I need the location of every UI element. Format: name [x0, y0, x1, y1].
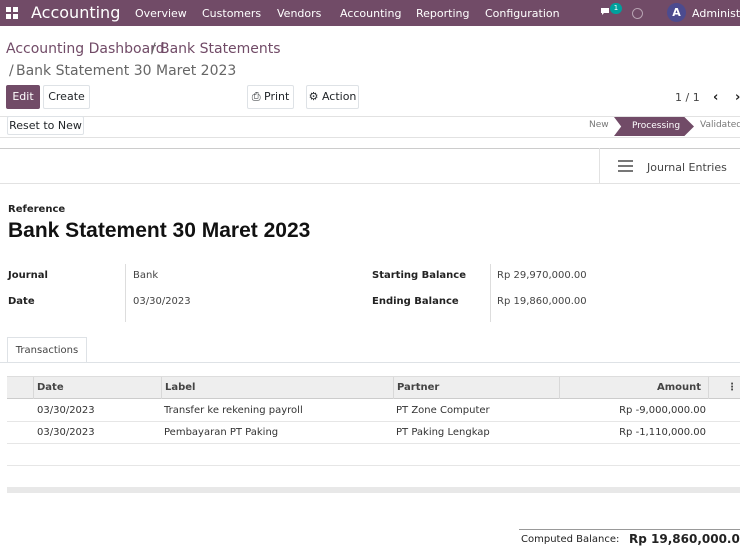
column-divider — [393, 377, 394, 399]
divider — [125, 264, 126, 322]
print-button[interactable]: ⎙ Print — [247, 85, 294, 109]
stage-processing[interactable]: Processing — [614, 117, 694, 136]
chevron-right-icon[interactable]: › — [735, 90, 740, 105]
apps-menu-icon[interactable] — [6, 7, 18, 19]
menu-vendors[interactable]: Vendors — [277, 7, 321, 20]
column-amount[interactable]: Amount — [657, 382, 701, 393]
row-label: Pembayaran PT Paking — [164, 427, 279, 438]
menu-overview[interactable]: Overview — [135, 7, 187, 20]
reference-label: Reference — [8, 204, 66, 215]
breadcrumb-current: Bank Statement 30 Maret 2023 — [16, 63, 237, 79]
date-value[interactable]: 03/30/2023 — [133, 296, 191, 307]
tab-transactions[interactable]: Transactions — [7, 337, 87, 363]
row-date: 03/30/2023 — [37, 405, 95, 416]
footer-divider — [519, 529, 740, 530]
column-options-icon[interactable]: ⋮ — [727, 382, 737, 393]
reset-to-new-button[interactable]: Reset to New — [7, 116, 84, 135]
action-label: Action — [321, 90, 357, 103]
stage-validated[interactable]: Validated — [700, 120, 740, 130]
breadcrumb-separator: / — [9, 63, 14, 79]
stage-new[interactable]: New — [589, 120, 609, 130]
row-date: 03/30/2023 — [37, 427, 95, 438]
print-icon: ⎙ — [251, 90, 261, 103]
journal-label: Journal — [8, 270, 48, 281]
gear-icon: ⚙ — [308, 90, 319, 103]
chevron-left-icon[interactable]: ‹ — [713, 90, 718, 105]
ending-balance-value[interactable]: Rp 19,860,000.00 — [497, 296, 587, 307]
column-divider — [161, 377, 162, 399]
action-button[interactable]: ⚙ Action — [306, 85, 359, 109]
list-icon — [618, 160, 633, 172]
computed-balance-label: Computed Balance: — [521, 534, 620, 545]
breadcrumb-accounting-dashboard[interactable]: Accounting Dashboard — [6, 41, 165, 57]
column-divider — [708, 377, 709, 399]
menu-accounting[interactable]: Accounting — [340, 7, 401, 20]
row-label: Transfer ke rekening payroll — [164, 405, 303, 416]
breadcrumb-bank-statements[interactable]: Bank Statements — [160, 41, 281, 57]
column-date[interactable]: Date — [37, 382, 64, 393]
ending-balance-label: Ending Balance — [372, 296, 459, 307]
journal-value[interactable]: Bank — [133, 270, 158, 281]
column-divider — [559, 377, 560, 399]
print-label: Print — [264, 90, 290, 103]
divider — [490, 264, 491, 322]
menu-reporting[interactable]: Reporting — [416, 7, 469, 20]
starting-balance-label: Starting Balance — [372, 270, 467, 281]
row-amount: Rp -9,000,000.00 — [619, 405, 706, 416]
chat-badge: 1 — [610, 3, 622, 14]
column-label[interactable]: Label — [165, 382, 196, 393]
empty-row — [7, 444, 740, 466]
journal-entries-label[interactable]: Journal Entries — [647, 161, 727, 174]
horizontal-scrollbar[interactable] — [7, 487, 740, 493]
date-label: Date — [8, 296, 35, 307]
column-partner[interactable]: Partner — [397, 382, 439, 393]
avatar[interactable]: A — [667, 3, 686, 22]
app-brand[interactable]: Accounting — [31, 3, 120, 22]
row-partner: PT Zone Computer — [396, 405, 490, 416]
computed-balance-value: Rp 19,860,000.00 — [629, 532, 740, 546]
tab-divider — [0, 362, 740, 363]
page-title: Bank Statement 30 Maret 2023 — [8, 219, 311, 242]
table-header: Date Label Partner Amount ⋮ — [7, 376, 740, 399]
menu-configuration[interactable]: Configuration — [485, 7, 560, 20]
starting-balance-value[interactable]: Rp 29,970,000.00 — [497, 270, 587, 281]
row-partner: PT Paking Lengkap — [396, 427, 490, 438]
row-amount: Rp -1,110,000.00 — [619, 427, 706, 438]
top-navbar: Accounting Overview Customers Vendors Ac… — [0, 0, 740, 26]
create-button[interactable]: Create — [43, 85, 90, 109]
user-name[interactable]: Administrator — [692, 7, 740, 20]
table-row[interactable]: 03/30/2023 Transfer ke rekening payroll … — [7, 400, 740, 422]
activity-clock-icon[interactable] — [632, 8, 643, 19]
breadcrumb-separator: / — [151, 41, 156, 57]
edit-button[interactable]: Edit — [6, 85, 40, 109]
menu-customers[interactable]: Customers — [202, 7, 261, 20]
table-row[interactable]: 03/30/2023 Pembayaran PT Paking PT Pakin… — [7, 422, 740, 444]
column-divider — [33, 377, 34, 399]
pager-value[interactable]: 1 / 1 — [675, 91, 700, 104]
